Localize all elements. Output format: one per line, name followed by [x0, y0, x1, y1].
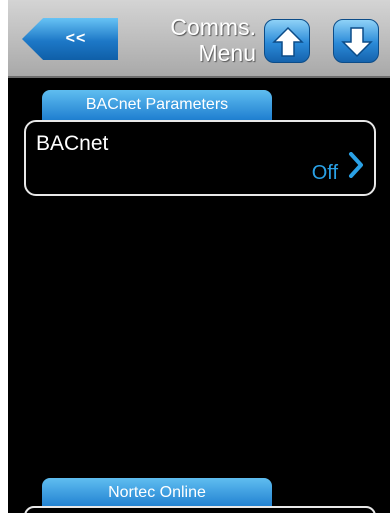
- down-arrow-icon: [341, 27, 373, 58]
- bacnet-setting-label: BACnet: [36, 132, 109, 155]
- bacnet-setting-value: Off: [311, 162, 338, 184]
- tab-nortec-online: Nortec Online: [42, 478, 272, 508]
- scroll-up-button[interactable]: [264, 19, 310, 63]
- tab-nortec-online-label: Nortec Online: [108, 484, 206, 501]
- chevron-right-icon: [349, 152, 363, 178]
- tab-bacnet-parameters-label: BACnet Parameters: [85, 96, 229, 113]
- scroll-down-button[interactable]: [333, 19, 379, 63]
- nortec-online-row[interactable]: [24, 506, 376, 513]
- back-button-label: <<: [65, 30, 87, 47]
- comms-menu-screen: << Comms. Menu BACnet Parameters BACnet …: [8, 0, 390, 513]
- page-title-line2: Menu: [198, 40, 256, 66]
- page-title-line1: Comms.: [170, 14, 256, 40]
- up-arrow-icon: [272, 26, 304, 57]
- page-title: Comms. Menu: [126, 14, 256, 66]
- bacnet-setting-row[interactable]: BACnet Off: [24, 120, 376, 196]
- tab-bacnet-parameters: BACnet Parameters: [42, 90, 272, 120]
- header-bar: << Comms. Menu: [8, 0, 390, 78]
- back-button[interactable]: <<: [22, 18, 118, 60]
